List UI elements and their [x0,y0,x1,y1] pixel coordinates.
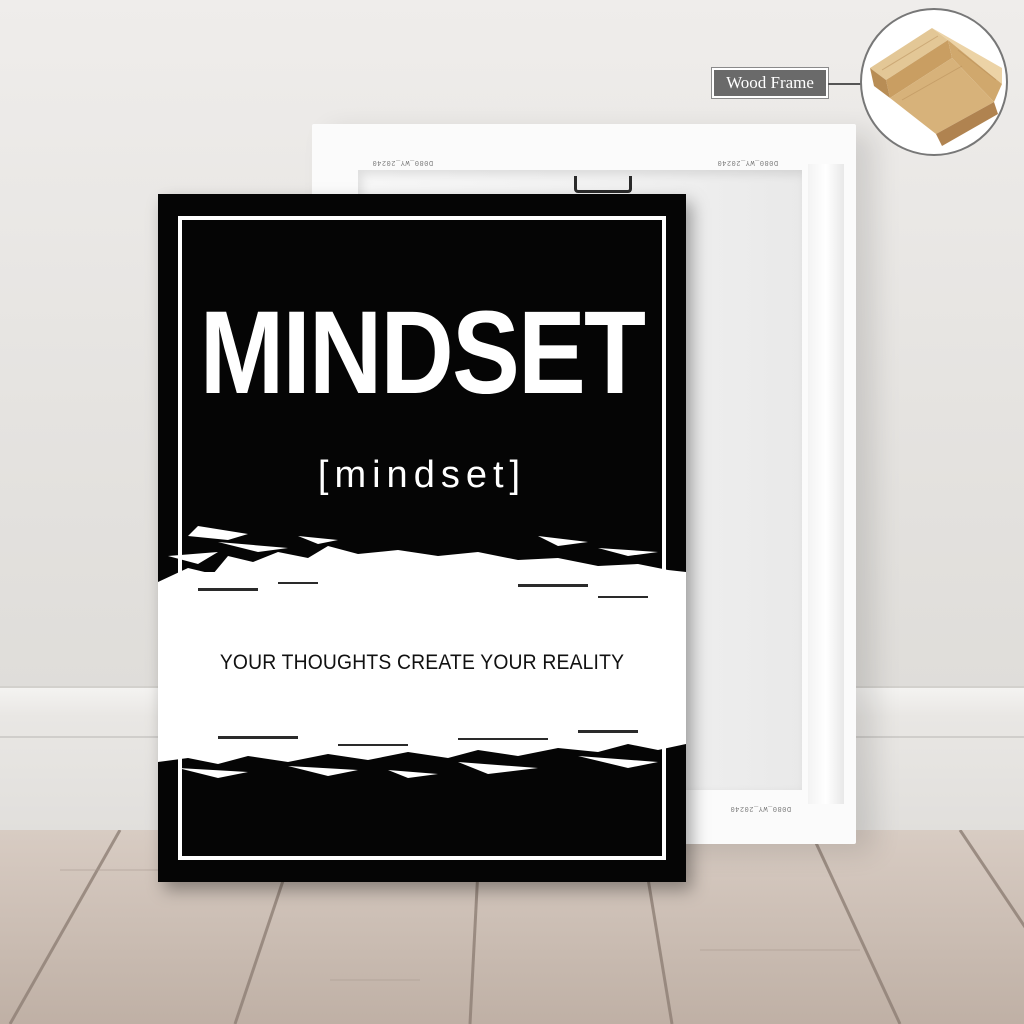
back-label-top-right: D080_WY_20240 [717,158,779,166]
stretcher-bar [808,164,844,804]
poster-subtitle: [mindset] [317,454,527,496]
wood-frame-corner-icon [860,8,1008,156]
back-label-top-left: D080_WY_20240 [372,158,434,166]
back-label-bottom: D080_WY_20240 [730,804,792,812]
hanger-icon [574,176,632,193]
wood-frame-illustration [870,28,1002,146]
brush-stroke [158,526,686,778]
wood-frame-label: Wood Frame [712,68,828,98]
callout-connector [828,83,862,85]
poster-title: MINDSET [199,287,646,419]
mindset-poster: MINDSET [mindset] YOUR THOUGHTS CREATE Y… [158,194,686,882]
poster-tagline: YOUR THOUGHTS CREATE YOUR REALITY [219,651,625,674]
